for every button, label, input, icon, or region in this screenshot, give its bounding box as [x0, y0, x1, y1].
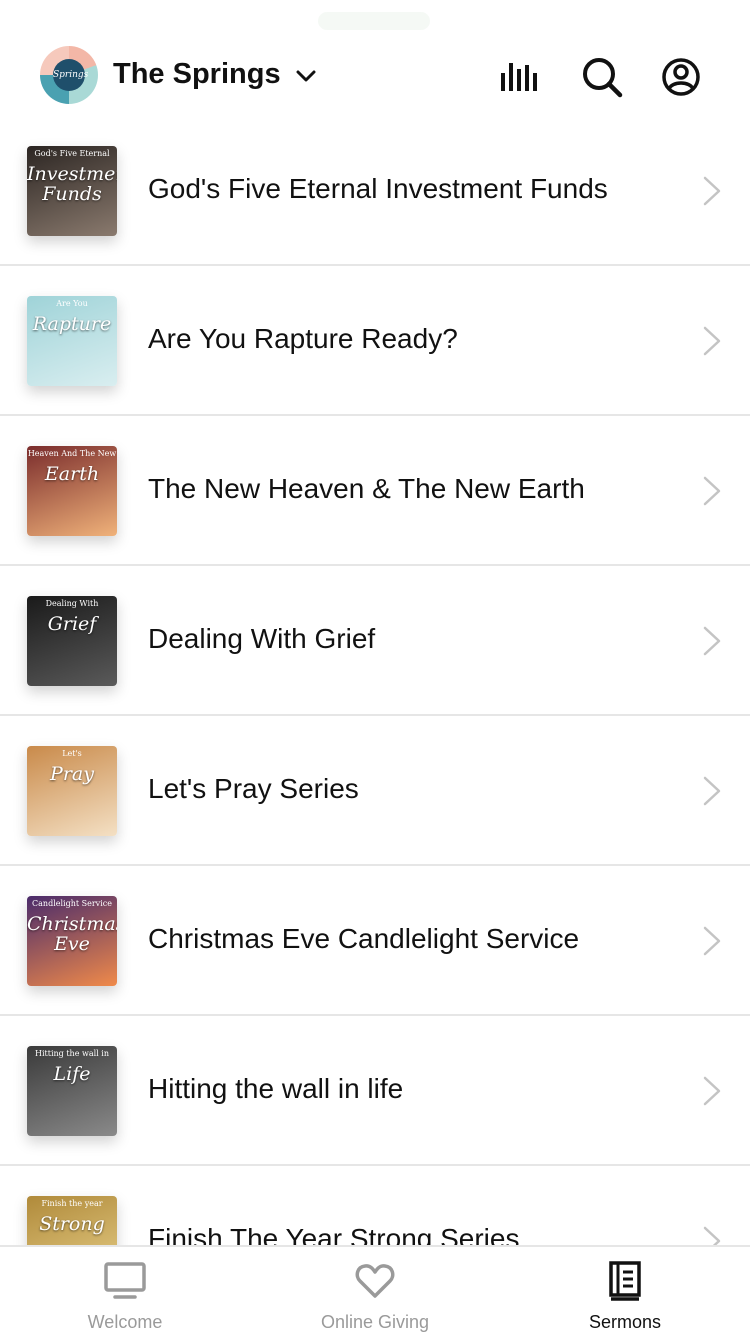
- book-icon: [609, 1261, 641, 1301]
- sermon-title: God's Five Eternal Investment Funds: [148, 173, 608, 204]
- sermon-thumbnail: Let's Pray: [27, 746, 117, 836]
- sermon-thumbnail-text: Investment Funds: [27, 163, 117, 205]
- sermon-thumbnail-text: Pray: [50, 763, 94, 785]
- sermon-row[interactable]: Candlelight Service Christmas Eve Christma…: [0, 866, 750, 1016]
- sermon-thumbnail-text: Earth: [44, 463, 100, 485]
- chevron-right-icon: [703, 626, 721, 656]
- sermon-row[interactable]: Are You Rapture Are You Rapture Ready?: [0, 266, 750, 416]
- sermon-thumbnail-subtext: Hitting the wall in: [35, 1049, 109, 1058]
- bottom-tab-bar: Welcome Online Giving Sermons: [0, 1245, 750, 1336]
- sermon-title: Christmas Eve Candlelight Service: [148, 923, 580, 954]
- sermon-thumbnail-subtext: Finish the year: [41, 1199, 103, 1208]
- profile-button[interactable]: [659, 55, 703, 99]
- tv-icon: [104, 1262, 146, 1299]
- sermon-title: Dealing With Grief: [148, 623, 376, 654]
- sermon-thumbnail-text: Life: [53, 1063, 91, 1085]
- sermon-thumbnail-text: Christmas Eve: [27, 913, 117, 955]
- chevron-right-icon: [703, 176, 721, 206]
- sermon-thumbnail-subtext: Candlelight Service: [32, 899, 112, 908]
- chevron-right-icon: [703, 776, 721, 806]
- status-indicator: [318, 12, 430, 30]
- sermon-thumbnail-text: Grief: [47, 613, 97, 635]
- church-name-dropdown[interactable]: The Springs: [113, 58, 281, 91]
- sermon-row[interactable]: Heaven And The New Earth The New Heaven & …: [0, 416, 750, 566]
- sermon-thumbnail-subtext: Are You: [56, 299, 88, 308]
- search-button[interactable]: [580, 55, 624, 99]
- chevron-right-icon: [703, 476, 721, 506]
- chevron-right-icon: [703, 1076, 721, 1106]
- audio-bars-icon: [501, 63, 537, 91]
- sermon-thumbnail: Heaven And The New Earth: [27, 446, 117, 536]
- sermon-thumbnail-text: Strong: [39, 1213, 105, 1235]
- sermon-thumbnail-text: Rapture: [32, 313, 112, 335]
- tab-sermons-label: Sermons: [588, 1312, 662, 1332]
- tab-welcome-label: Welcome: [87, 1312, 163, 1332]
- sermon-thumbnail-subtext: Dealing With: [45, 599, 99, 608]
- sermon-row[interactable]: God's Five EternalInvestment FundsGod's …: [0, 116, 750, 266]
- app-header: Springs The Springs: [0, 0, 750, 126]
- tab-sermons[interactable]: Sermons: [500, 1247, 750, 1336]
- sermon-thumbnail: Are You Rapture: [27, 296, 117, 386]
- sermon-thumbnail-subtext: Heaven And The New: [27, 449, 117, 458]
- chevron-down-icon[interactable]: [296, 66, 316, 86]
- sermon-thumbnail: Hitting the wall in Life: [27, 1046, 117, 1136]
- sermon-row[interactable]: Hitting the wall in Life Hitting the wall …: [0, 1016, 750, 1166]
- church-logo[interactable]: Springs: [40, 46, 98, 104]
- sermon-list: God's Five EternalInvestment FundsGod's …: [0, 116, 750, 1316]
- sermon-thumbnail: Candlelight Service Christmas Eve: [27, 896, 117, 986]
- chevron-right-icon: [703, 326, 721, 356]
- sermon-title: Let's Pray Series: [148, 773, 359, 804]
- sermon-title: Hitting the wall in life: [148, 1073, 404, 1104]
- tab-online-giving-label: Online Giving: [320, 1312, 430, 1332]
- sermon-thumbnail-subtext: God's Five Eternal: [34, 149, 110, 158]
- sermon-title: Are You Rapture Ready?: [148, 323, 458, 354]
- sermon-row[interactable]: Dealing With Grief Dealing With Grief: [0, 566, 750, 716]
- tab-welcome[interactable]: Welcome: [0, 1247, 250, 1336]
- audio-bars-button[interactable]: [499, 55, 543, 99]
- sermon-title: The New Heaven & The New Earth: [148, 473, 585, 504]
- search-icon: [583, 58, 623, 98]
- sermon-thumbnail: God's Five Eternal Investment Funds: [27, 146, 117, 236]
- sermon-row[interactable]: Let's Pray Let's Pray Series: [0, 716, 750, 866]
- sermon-thumbnail: Dealing With Grief: [27, 596, 117, 686]
- sermon-thumbnail-subtext: Let's: [62, 749, 82, 758]
- tab-online-giving[interactable]: Online Giving: [250, 1247, 500, 1336]
- church-logo-text: Springs: [53, 59, 88, 91]
- user-circle-icon: [662, 58, 700, 96]
- heart-icon: [355, 1264, 395, 1298]
- chevron-right-icon: [703, 926, 721, 956]
